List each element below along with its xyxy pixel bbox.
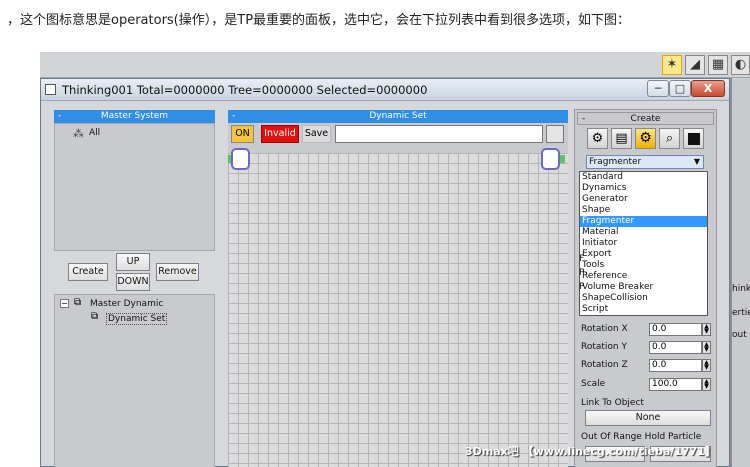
scale-label: Scale [581, 379, 606, 389]
tree-collapse-icon[interactable]: − [60, 299, 69, 308]
node-grid-canvas[interactable] [228, 153, 568, 467]
master-system-title: Master System [100, 111, 169, 121]
spinner-icon[interactable]: ▲ ▼ [702, 341, 711, 354]
black-cube-icon[interactable] [683, 128, 704, 149]
spinner-icon[interactable]: ▲ ▼ [702, 323, 711, 336]
partial-label: P [579, 268, 585, 278]
spinner-icon[interactable]: ▲ ▼ [702, 359, 711, 372]
remove-button[interactable]: Remove [156, 263, 199, 281]
rotation-y-field[interactable]: 0.0 [649, 341, 702, 354]
dynamic-tree[interactable]: − ⧉ Master Dynamic ⧉ Dynamic Set [54, 294, 215, 467]
chevron-down-icon[interactable]: ▼ [694, 156, 700, 168]
collapse-icon[interactable]: - [232, 110, 235, 123]
status-badge: Invalid [261, 125, 299, 143]
curve-icon[interactable]: ◢ [685, 55, 705, 75]
node-left[interactable] [231, 148, 250, 170]
link-none-button[interactable]: None [585, 410, 711, 426]
maximize-button[interactable]: □ [669, 80, 691, 97]
side-fragment-item: ertie [732, 308, 750, 318]
color-swatch-button[interactable] [546, 125, 564, 143]
minimize-button[interactable]: ─ [647, 80, 669, 97]
dropdown-selected: Fragmenter [589, 157, 642, 167]
thinking-window: Thinking001 Total=0000000 Tree=0000000 S… [40, 78, 730, 467]
rotation-x-field[interactable]: 0.0 [649, 323, 702, 336]
hierarchy-icon[interactable]: ▦ [708, 55, 728, 75]
screenshot-area: ✶ ◢ ▦ ◐ hink ertie out Thinking001 Total… [40, 52, 750, 467]
link-to-object-label: Link To Object [581, 398, 644, 408]
partial-label: P [579, 282, 585, 292]
tree-node-icon: ⧉ [74, 297, 82, 308]
dropdown-option[interactable]: Volume Breaker [580, 282, 707, 293]
dropdown-option[interactable]: ShapeCollision [580, 293, 707, 304]
set-name-field[interactable] [335, 125, 543, 143]
node-output-port[interactable] [560, 155, 565, 163]
max-toolbar-strip: ✶ ◢ ▦ ◐ [40, 52, 750, 78]
side-fragment-item: hink [732, 284, 750, 294]
rotation-z-label: Rotation Z [581, 360, 628, 370]
collapse-icon[interactable]: - [58, 110, 61, 123]
dropdown-option[interactable]: Tools [580, 260, 707, 271]
up-button[interactable]: UP [116, 253, 150, 271]
dropdown-option[interactable]: Reference [580, 271, 707, 282]
dropdown-option[interactable]: Generator [580, 194, 707, 205]
gear-icon[interactable]: ⚙ [635, 128, 656, 149]
side-fragment: hink ertie out [732, 78, 750, 467]
on-toggle[interactable]: ON [231, 125, 254, 143]
close-button[interactable]: X [691, 80, 725, 97]
node-right[interactable] [541, 148, 560, 170]
down-button[interactable]: DOWN [116, 273, 150, 291]
collapse-icon[interactable]: - [582, 113, 585, 126]
create-panel-title: Create [630, 114, 661, 124]
sun-icon[interactable]: ✶ [662, 55, 682, 75]
motion-icon[interactable]: ◐ [731, 55, 750, 75]
dropdown-option[interactable]: Material [580, 227, 707, 238]
dropdown-option[interactable]: Export [580, 249, 707, 260]
create-panel-header[interactable]: - Create [577, 112, 714, 125]
create-button[interactable]: Create [68, 263, 108, 281]
rotation-y-label: Rotation Y [581, 342, 627, 352]
partial-label: F [579, 254, 585, 264]
dropdown-option-highlighted[interactable]: Fragmenter [580, 216, 707, 227]
cube-grid-icon[interactable]: ▤ [611, 128, 632, 149]
app-icon [45, 84, 56, 95]
tree-dynamic-set[interactable]: Dynamic Set [106, 313, 168, 325]
tree-node-icon: ⧉ [91, 311, 99, 322]
master-system-header[interactable]: - Master System [54, 110, 215, 123]
watermark: 3Dmax吧 【www.linecg.com/tieba/1771】 [465, 445, 716, 458]
out-of-range-label: Out Of Range Hold Particle [581, 432, 702, 442]
tree-master-dynamic[interactable]: Master Dynamic [90, 299, 163, 309]
create-panel: - Create ⚙ ▤ ⚙ ⌕ Fragmenter ▼ Standard D… [574, 109, 717, 467]
dropdown-option[interactable]: Dynamics [580, 183, 707, 194]
rotation-x-label: Rotation X [581, 324, 628, 334]
save-button[interactable]: Save [302, 125, 331, 143]
dynamic-set-title: Dynamic Set [369, 111, 427, 121]
master-system-list[interactable]: ⁂ All [54, 123, 215, 251]
dropdown-list[interactable]: Standard Dynamics Generator Shape Fragme… [579, 171, 708, 316]
dropdown-option[interactable]: Initiator [580, 238, 707, 249]
title-bar[interactable]: Thinking001 Total=0000000 Tree=0000000 S… [41, 79, 729, 101]
rotation-z-field[interactable]: 0.0 [649, 359, 702, 372]
operator-dropdown[interactable]: Fragmenter ▼ [586, 155, 704, 169]
side-fragment-item: out [732, 330, 747, 340]
system-root-item[interactable]: All [89, 128, 100, 138]
particle-group-icon: ⁂ [73, 127, 84, 140]
tools-icon[interactable]: ⚙ [587, 128, 608, 149]
window-title: Thinking001 Total=0000000 Tree=0000000 S… [62, 83, 428, 97]
scale-field[interactable]: 100.0 [649, 378, 702, 391]
dropdown-option[interactable]: Script [580, 304, 707, 315]
dynamic-set-header[interactable]: - Dynamic Set [228, 110, 568, 123]
spinner-icon[interactable]: ▲ ▼ [702, 378, 711, 391]
magnifier-icon[interactable]: ⌕ [659, 128, 680, 149]
dropdown-option[interactable]: Shape [580, 205, 707, 216]
article-caption: ，这个图标意思是operators(操作），是TP最重要的面板，选中它，会在下拉… [0, 0, 750, 40]
dropdown-option[interactable]: Standard [580, 172, 707, 183]
